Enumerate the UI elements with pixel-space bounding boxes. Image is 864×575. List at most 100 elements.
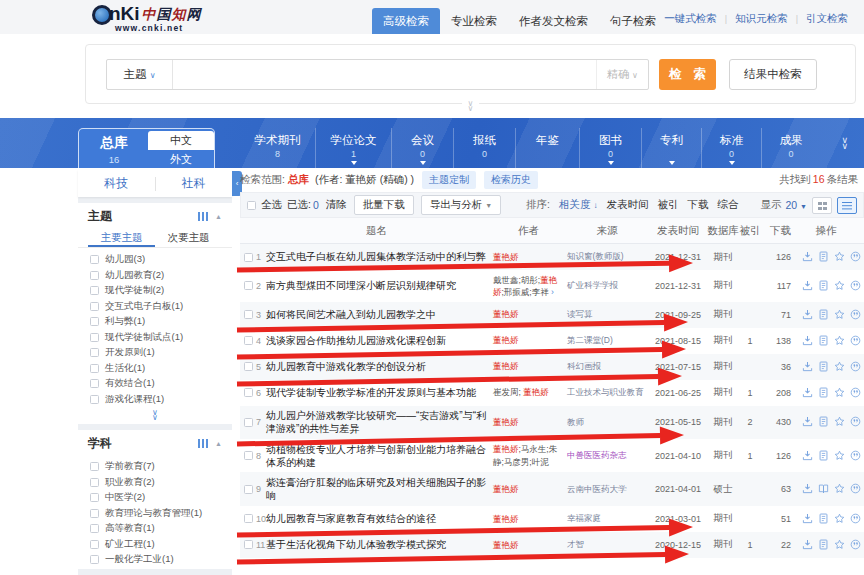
cite-icon[interactable]: [850, 277, 861, 295]
sort-被引[interactable]: 被引: [657, 198, 678, 212]
nav-tab[interactable]: 专业检索: [440, 8, 508, 34]
result-title[interactable]: 交互式电子白板在幼儿园集体教学活动中的利与弊: [266, 250, 493, 263]
row-checkbox[interactable]: [244, 514, 253, 523]
quick-link[interactable]: 一键式检索: [656, 12, 725, 26]
field-selector[interactable]: 主题 ∨: [107, 60, 173, 89]
filter-item[interactable]: 中医学(2): [78, 490, 232, 506]
col-header[interactable]: 发表时间: [649, 224, 707, 238]
filter-item[interactable]: 职业教育(2): [78, 475, 232, 491]
row-checkbox[interactable]: [244, 253, 253, 262]
cite-icon[interactable]: [850, 332, 861, 350]
col-header[interactable]: 数据库: [707, 224, 739, 238]
cite-icon[interactable]: [850, 536, 861, 554]
filter-item[interactable]: 利与弊(1): [78, 314, 232, 330]
result-authors[interactable]: 崔发周; 董艳娇: [493, 386, 567, 398]
search-button[interactable]: 检 索: [659, 59, 716, 90]
sort-发表时间[interactable]: 发表时间: [606, 198, 648, 212]
row-checkbox[interactable]: [244, 336, 253, 345]
row-checkbox[interactable]: [244, 310, 253, 319]
topic-custom-button[interactable]: 主题定制: [422, 171, 476, 189]
collect-star-icon[interactable]: [834, 332, 845, 350]
db-category-专利[interactable]: 专利: [642, 128, 702, 168]
result-title[interactable]: 幼儿园户外游戏教学比较研究——“安吉游戏”与“利津游戏”的共性与差异: [266, 409, 493, 435]
result-title[interactable]: 基于生活化视角下幼儿体验教学模式探究: [266, 538, 493, 551]
cite-icon[interactable]: [850, 510, 861, 528]
filter-item[interactable]: 交互式电子白板(1): [78, 299, 232, 315]
download-icon[interactable]: [802, 510, 813, 528]
result-title[interactable]: 浅谈家园合作助推幼儿园游戏化课程创新: [266, 334, 493, 347]
filter-item[interactable]: 高等教育(1): [78, 521, 232, 537]
result-source[interactable]: 工业技术与职业教育: [567, 387, 649, 398]
read-html-icon[interactable]: [818, 447, 829, 465]
result-authors[interactable]: 董艳娇: [493, 539, 567, 551]
db-category-会议[interactable]: 会议0: [392, 128, 454, 168]
collect-star-icon[interactable]: [834, 480, 845, 498]
export-analyze-button[interactable]: 导出与分析 ▼: [421, 195, 501, 215]
result-downloads[interactable]: 138: [761, 336, 791, 346]
result-downloads[interactable]: 71: [761, 310, 791, 320]
checkbox[interactable]: [90, 364, 99, 373]
collect-star-icon[interactable]: [834, 413, 845, 431]
collapse-icon[interactable]: ▲: [215, 440, 222, 447]
sort-相关度[interactable]: 相关度 ↓: [559, 198, 597, 212]
filter-item[interactable]: 游戏化课程(1): [78, 392, 232, 408]
cite-icon[interactable]: [850, 248, 861, 266]
tab-science[interactable]: 科技: [78, 175, 155, 192]
subtab[interactable]: 次要主题: [155, 228, 222, 247]
result-authors[interactable]: 戴世鑫;胡彤;董艳娇;邢振威;李祥 ›: [493, 274, 567, 299]
read-html-icon[interactable]: [818, 332, 829, 350]
download-icon[interactable]: [802, 332, 813, 350]
col-header[interactable]: 操作: [791, 224, 864, 238]
result-downloads[interactable]: 430: [761, 417, 791, 427]
collect-star-icon[interactable]: [834, 358, 845, 376]
result-cited[interactable]: 2: [739, 417, 761, 427]
result-source[interactable]: 矿业科学学报: [567, 280, 649, 291]
collect-star-icon[interactable]: [834, 510, 845, 528]
collect-star-icon[interactable]: [834, 384, 845, 402]
row-checkbox[interactable]: [244, 388, 253, 397]
result-downloads[interactable]: 126: [761, 451, 791, 461]
checkbox[interactable]: [90, 302, 99, 311]
expand-authors-icon[interactable]: ›: [551, 287, 554, 297]
total-db-block[interactable]: 总库16 中文 外文: [78, 128, 215, 168]
col-header[interactable]: 题名: [266, 224, 493, 238]
checkbox[interactable]: [90, 540, 99, 549]
checkbox[interactable]: [90, 286, 99, 295]
filter-item[interactable]: 一般化学工业(1): [78, 552, 232, 568]
db-category-学位论文[interactable]: 学位论文1: [316, 128, 392, 168]
db-category-标准[interactable]: 标准0: [702, 128, 762, 168]
result-source[interactable]: 教师: [567, 417, 649, 428]
nav-tab[interactable]: 高级检索: [372, 8, 440, 34]
col-header[interactable]: 下载: [761, 224, 791, 238]
checkbox[interactable]: [90, 348, 99, 357]
db-category-成果[interactable]: 成果0: [762, 128, 820, 168]
result-source[interactable]: 中兽医医药杂志: [567, 450, 649, 461]
page-size-select[interactable]: 20 ▼: [785, 199, 807, 211]
filter-item[interactable]: 矿业工程(1): [78, 537, 232, 553]
result-authors[interactable]: 董艳娇: [493, 416, 567, 428]
checkbox[interactable]: [90, 493, 99, 502]
result-authors[interactable]: 董艳娇: [493, 334, 567, 346]
sort-综合[interactable]: 综合: [717, 198, 738, 212]
result-authors[interactable]: 董艳娇: [493, 360, 567, 372]
result-source[interactable]: 读写算: [567, 309, 649, 320]
checkbox[interactable]: [90, 524, 99, 533]
read-html-icon[interactable]: [818, 306, 829, 324]
filter-item[interactable]: 现代学徒制(2): [78, 283, 232, 299]
result-source[interactable]: 知识窗(教师版): [567, 251, 649, 262]
tab-chinese[interactable]: 中文: [148, 131, 214, 150]
result-authors[interactable]: 董艳娇;马永生;朱静;马彦男;叶泥: [493, 443, 567, 468]
row-checkbox[interactable]: [244, 451, 253, 460]
search-in-results-button[interactable]: 结果中检索: [729, 59, 817, 90]
result-title[interactable]: 幼儿园教育中游戏化教学的创设分析: [266, 360, 493, 373]
download-icon[interactable]: [802, 277, 813, 295]
cite-icon[interactable]: [850, 306, 861, 324]
filter-item[interactable]: 开发原则(1): [78, 345, 232, 361]
cite-icon[interactable]: [850, 358, 861, 376]
result-title[interactable]: 幼儿园教育与家庭教育有效结合的途径: [266, 512, 493, 525]
search-input[interactable]: [173, 68, 596, 82]
result-cited[interactable]: 1: [739, 540, 761, 550]
filter-item[interactable]: 有效结合(1): [78, 376, 232, 392]
checkbox[interactable]: [90, 317, 99, 326]
row-checkbox[interactable]: [244, 362, 253, 371]
